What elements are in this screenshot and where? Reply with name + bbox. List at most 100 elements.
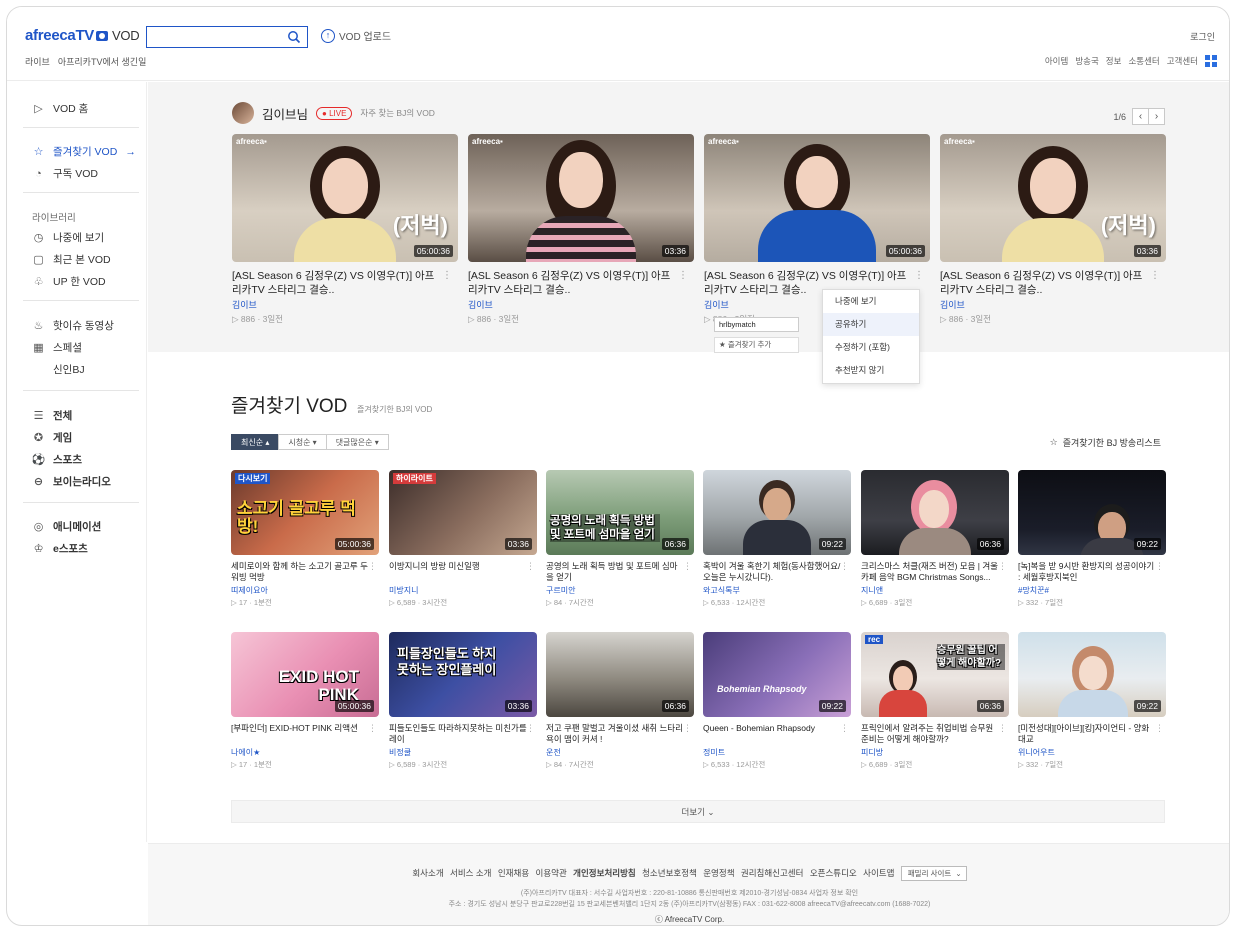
more-options-icon[interactable]: ⋮	[998, 561, 1007, 572]
vod-card[interactable]: 06:36 크리스마스 처클(재즈 버전) 모음 | 겨울 카페 음악 BGM …	[861, 470, 1009, 608]
sidebar-item-sports[interactable]: ⚽ 스포츠	[32, 452, 82, 467]
footer-link[interactable]: 이용약관	[536, 868, 567, 878]
sidebar-item-new-bj[interactable]: 신인BJ	[53, 362, 85, 377]
nav-item[interactable]: 아이템	[1045, 55, 1068, 67]
video-thumbnail[interactable]: 09:22	[1018, 632, 1166, 717]
video-thumbnail[interactable]: EXID HOT PINK 05:00:36	[231, 632, 379, 717]
bj-link[interactable]: 정미트	[703, 747, 851, 758]
video-thumbnail[interactable]: afreeca▪ 05:00:36	[704, 134, 930, 262]
footer-link[interactable]: 서비스 소개	[450, 868, 491, 878]
bj-link[interactable]: 띠제이요아	[231, 585, 379, 596]
vod-card[interactable]: 피들장인들도 하지못하는 장인플레이 03:36 피들도인들도 따라하지못하는 …	[389, 632, 537, 770]
more-options-icon[interactable]: ⋮	[526, 561, 535, 572]
more-options-icon[interactable]: ⋮	[1155, 723, 1164, 734]
sidebar-item-all[interactable]: ☰ 전체	[32, 408, 73, 423]
more-options-icon[interactable]: ⋮	[678, 270, 688, 281]
video-thumbnail[interactable]: 하이라이트 03:36	[389, 470, 537, 555]
footer-link[interactable]: 오픈스튜디오	[810, 868, 857, 878]
prev-page-button[interactable]: ‹	[1132, 108, 1149, 125]
bj-link[interactable]: 위니어우트	[1018, 747, 1166, 758]
bj-link[interactable]: 김이브	[940, 298, 1166, 311]
family-site-select[interactable]: 패밀리 사이트 ⌄	[900, 866, 967, 881]
nav-live[interactable]: 라이브	[25, 55, 50, 68]
vod-card[interactable]: 09:22 [녹]복을 받 9시반 환방지의 성공이야기 : 세월후방지북인 #…	[1018, 470, 1166, 608]
bj-link[interactable]: 미방지니	[389, 585, 537, 596]
sort-comments[interactable]: 댓글많은순 ▾	[325, 434, 389, 450]
video-title[interactable]: 피들도인들도 따라하지못하는 미친가를 레이	[389, 723, 527, 745]
vod-card[interactable]: EXID HOT PINK 05:00:36 [부파인더] EXID-HOT P…	[231, 632, 379, 770]
more-options-icon[interactable]: ⋮	[442, 270, 452, 281]
sidebar-item-recent[interactable]: ▢ 최근 본 VOD	[32, 252, 110, 267]
menu-watch-later[interactable]: 나중에 보기	[823, 290, 919, 313]
nav-station[interactable]: 방송국	[1075, 55, 1098, 67]
more-options-icon[interactable]: ⋮	[683, 723, 692, 734]
video-title[interactable]: 세미로이와 함께 하는 소고기 골고루 두 워빙 먹방	[231, 561, 369, 583]
bj-link[interactable]: 지니앤	[861, 585, 1009, 596]
video-thumbnail[interactable]: afreeca▪ 03:36	[468, 134, 694, 262]
sidebar-item-hot-issue[interactable]: ♨ 핫이슈 동영상	[32, 318, 114, 333]
vod-card[interactable]: rec 승무원 꿀팁 어떻게 해야할까? 06:36 프릭인에서 알려주는 취업…	[861, 632, 1009, 770]
video-title[interactable]: [ASL Season 6 김정우(Z) VS 이영우(T)] 아프리카TV 스…	[468, 269, 673, 297]
bj-link[interactable]: 운전	[546, 747, 694, 758]
video-thumbnail[interactable]: 06:36	[861, 470, 1009, 555]
bj-link[interactable]: 와고식톡부	[703, 585, 851, 596]
nav-community[interactable]: 소통센터	[1128, 55, 1159, 67]
footer-link[interactable]: 인재채용	[498, 868, 529, 878]
more-options-icon[interactable]: ⋮	[683, 561, 692, 572]
vod-card[interactable]: Bohemian Rhapsody 09:22 Queen - Bohemian…	[703, 632, 851, 770]
video-title[interactable]: [녹]복을 받 9시반 환방지의 성공이야기 : 세월후방지북인	[1018, 561, 1156, 583]
bj-link[interactable]: 김이브	[468, 298, 694, 311]
video-title[interactable]: 공영의 노래 획득 방법 및 포트메 심마을 얻기	[546, 561, 684, 583]
sidebar-item-favorites[interactable]: ☆ 즐겨찾기 VOD →	[32, 144, 136, 159]
vod-card[interactable]: 하이라이트 03:36 이방지니의 방랑 미신일행 미방지니 ▷ 6,589 ·…	[389, 470, 537, 608]
sort-latest[interactable]: 최신순 ▴	[231, 434, 280, 450]
footer-link[interactable]: 운영정책	[703, 868, 734, 878]
more-options-icon[interactable]: ⋮	[1150, 270, 1160, 281]
sidebar-item-esports[interactable]: ♔ e스포츠	[32, 541, 88, 556]
search-input[interactable]	[147, 27, 277, 47]
more-options-icon[interactable]: ⋮	[914, 270, 924, 281]
bj-link[interactable]: #망치꾼#	[1018, 585, 1166, 596]
video-title[interactable]: 저고 쿠팬 말벌고 겨울이셨 새취 느타리 욕이 맴이 커셔 !	[546, 723, 684, 745]
bj-link[interactable]: 김이브	[232, 298, 458, 311]
nav-happened[interactable]: 아프리카TV에서 생긴일	[58, 55, 147, 68]
bj-name[interactable]: 김이브님	[262, 104, 308, 123]
nav-info[interactable]: 정보	[1106, 55, 1122, 67]
more-options-icon[interactable]: ⋮	[998, 723, 1007, 734]
bj-link[interactable]: 비정쿨	[389, 747, 537, 758]
next-page-button[interactable]: ›	[1148, 108, 1165, 125]
bj-link[interactable]: 피디방	[861, 747, 1009, 758]
video-thumbnail[interactable]: 06:36	[546, 632, 694, 717]
live-badge[interactable]: ● LIVE	[316, 106, 353, 120]
vod-card[interactable]: 09:22 혹박이 겨울 혹한기 체험(동사함했어요/오늘은 누시갔니다). 와…	[703, 470, 851, 608]
video-title[interactable]: Queen - Bohemian Rhapsody	[703, 723, 841, 745]
vod-upload-button[interactable]: ↑ VOD 업로드	[321, 28, 391, 43]
vod-card[interactable]: 09:22 [미전성대][아이브][킹]자이언티 - 양화 대교 위니어우트 ▷…	[1018, 632, 1166, 770]
video-title[interactable]: [부파인더] EXID-HOT PINK 리액션	[231, 723, 369, 745]
sidebar-item-watch-later[interactable]: ◷ 나중에 보기	[32, 230, 105, 245]
sidebar-item-radio[interactable]: ⊖ 보이는라디오	[32, 474, 111, 489]
video-title[interactable]: 크리스마스 처클(재즈 버전) 모음 | 겨울 카페 음악 BGM Christ…	[861, 561, 999, 583]
favorite-add-tooltip[interactable]: ★ 즐겨찾기 추가	[714, 337, 799, 353]
video-title[interactable]: 혹박이 겨울 혹한기 체험(동사함했어요/오늘은 누시갔니다).	[703, 561, 841, 583]
video-title[interactable]: 이방지니의 방랑 미신일행	[389, 561, 527, 583]
footer-link[interactable]: 회사소개	[412, 868, 443, 878]
menu-not-recommend[interactable]: 추천받지 않기	[823, 359, 919, 382]
nav-support[interactable]: 고객센터	[1167, 55, 1198, 67]
sidebar-item-special[interactable]: ▦ 스페셜	[32, 340, 82, 355]
vod-card[interactable]: 공명의 노래 획득 방법 및 포트메 섬마을 얻기 06:36 공영의 노래 획…	[546, 470, 694, 608]
bj-video-card[interactable]: afreeca▪ (저벅) 05:00:36 [ASL Season 6 김정우…	[232, 134, 458, 325]
sidebar-item-game[interactable]: ✪ 게임	[32, 430, 72, 445]
more-options-icon[interactable]: ⋮	[840, 723, 849, 734]
sidebar-item-animation[interactable]: ◎ 애니메이션	[32, 519, 102, 534]
video-thumbnail[interactable]: 다시보기 소고기 골고루 먹방! 05:00:36	[231, 470, 379, 555]
more-options-icon[interactable]: ⋮	[526, 723, 535, 734]
search-icon[interactable]	[287, 30, 301, 44]
menu-edit[interactable]: 수정하기 (포함)	[823, 336, 919, 359]
sidebar-item-subscribe[interactable]: ◔ 구독 VOD	[32, 166, 98, 181]
video-title[interactable]: [ASL Season 6 김정우(Z) VS 이영우(T)] 아프리카TV 스…	[940, 269, 1145, 297]
video-thumbnail[interactable]: rec 승무원 꿀팁 어떻게 해야할까? 06:36	[861, 632, 1009, 717]
sort-views[interactable]: 시청순 ▾	[278, 434, 327, 450]
footer-link[interactable]: 개인정보처리방침	[573, 868, 636, 878]
bj-avatar[interactable]	[232, 102, 254, 124]
